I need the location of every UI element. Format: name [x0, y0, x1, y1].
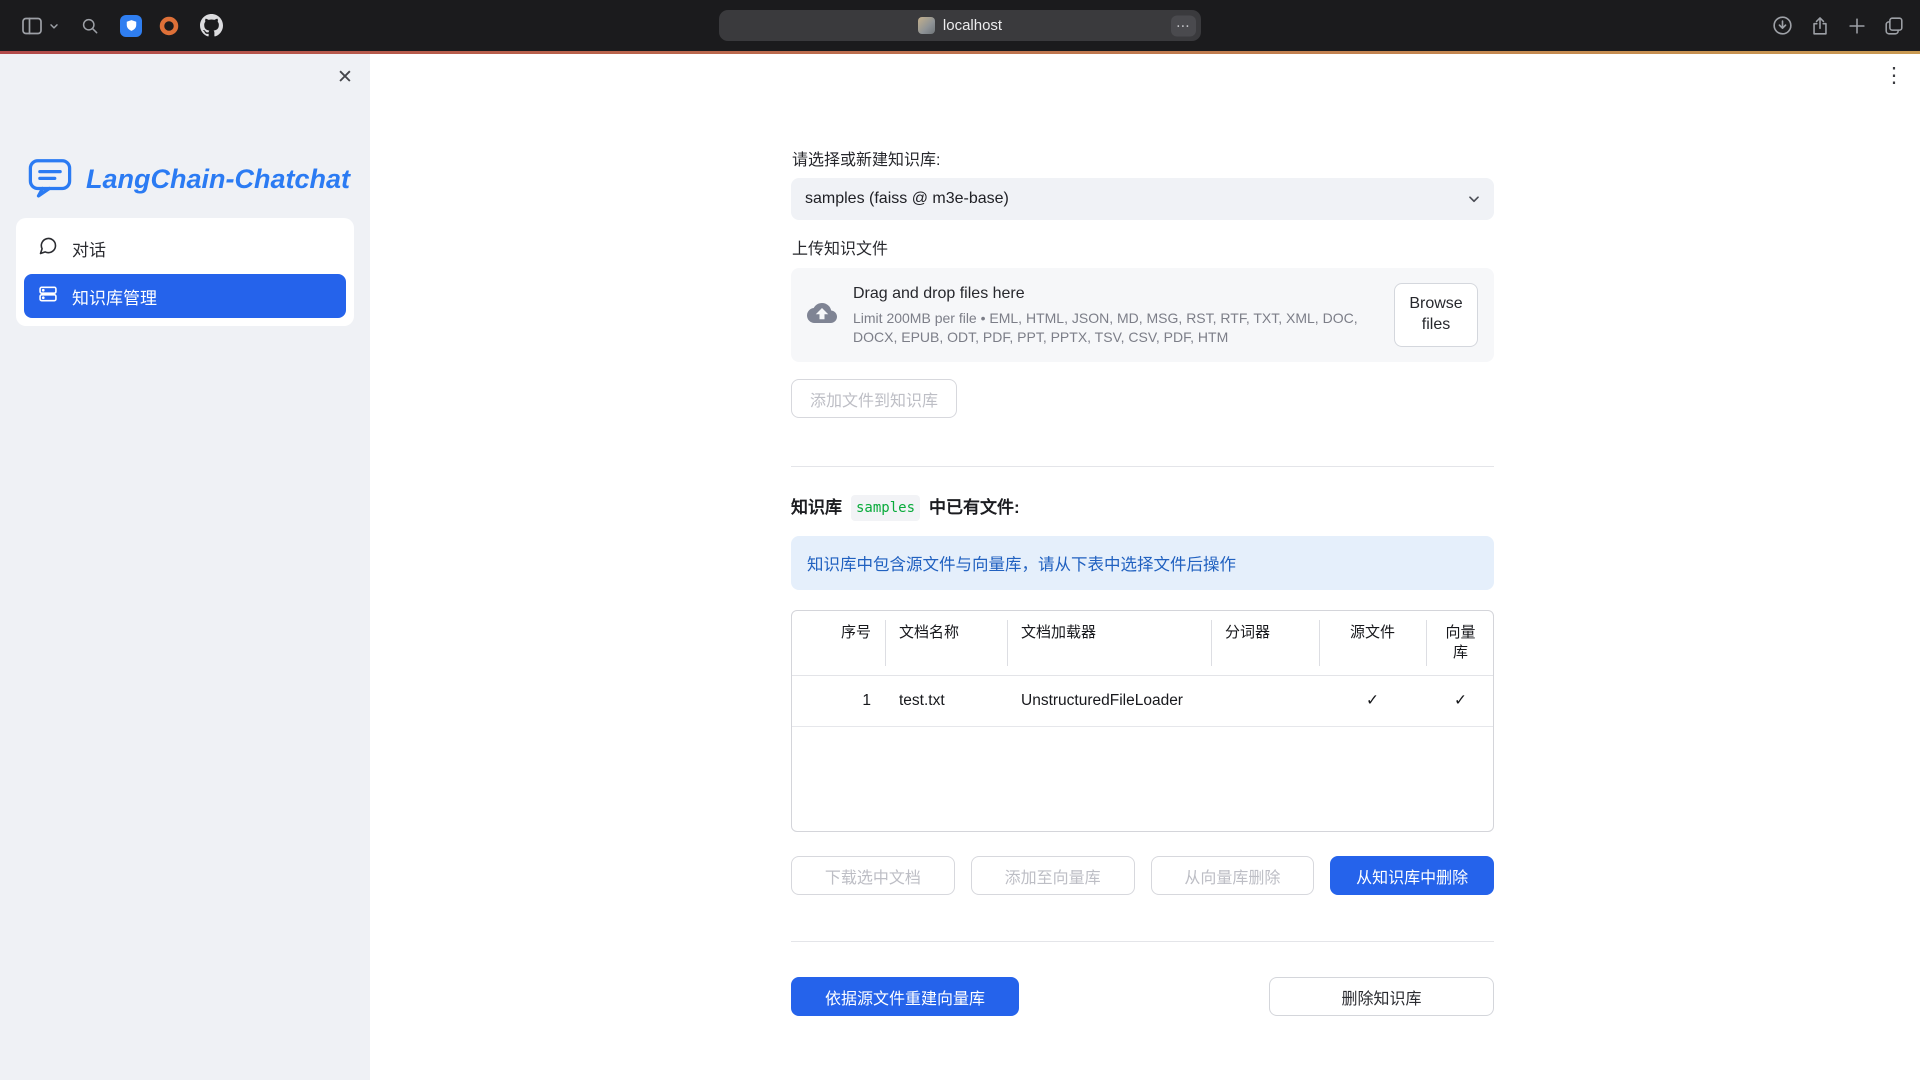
app-logo: LangChain-Chatchat [27, 154, 350, 205]
uploader-drag-text: Drag and drop files here [853, 284, 1368, 303]
chevron-down-icon[interactable] [48, 20, 60, 32]
table-header-source: 源文件 [1319, 611, 1426, 675]
table-header-row: 序号 文档名称 文档加载器 分词器 源文件 向量库 [792, 611, 1493, 676]
kb-select-label: 请选择或新建知识库: [792, 151, 1494, 170]
select-chevron-down-icon [1465, 190, 1483, 208]
address-url: localhost [943, 17, 1002, 34]
knowledge-base-icon [38, 284, 58, 309]
search-icon[interactable] [80, 16, 100, 36]
cell-source-check-icon: ✓ [1319, 676, 1426, 726]
table-header-index: 序号 [792, 611, 885, 675]
sidebar: ✕ LangChain-Chatchat 对话 [0, 54, 370, 1080]
kb-name-code: samples [851, 495, 920, 521]
toolbar-right-group [1771, 14, 1920, 37]
sidebar-item-dialogue[interactable]: 对话 [24, 226, 346, 270]
file-uploader-dropzone[interactable]: Drag and drop files here Limit 200MB per… [791, 268, 1494, 362]
cell-splitter [1211, 676, 1319, 726]
sidebar-menu: 对话 知识库管理 [16, 218, 354, 326]
table-header-vector: 向量库 [1426, 611, 1494, 675]
address-bar[interactable]: localhost ⋯ [719, 10, 1201, 41]
kb-heading-prefix: 知识库 [791, 497, 842, 519]
cell-loader: UnstructuredFileLoader [1007, 676, 1211, 726]
remove-from-vectorstore-button[interactable]: 从向量库删除 [1151, 856, 1315, 895]
sidebar-item-label: 知识库管理 [72, 284, 157, 309]
chat-bubble-icon [38, 236, 58, 261]
info-banner: 知识库中包含源文件与向量库，请从下表中选择文件后操作 [791, 536, 1494, 590]
kb-files-heading: 知识库 samples 中已有文件: [791, 495, 1494, 521]
toolbar-left-group [0, 14, 223, 38]
table-header-splitter: 分词器 [1211, 611, 1319, 675]
kb-bottom-buttons: 依据源文件重建向量库 删除知识库 [791, 977, 1494, 1016]
kb-heading-suffix: 中已有文件: [929, 497, 1020, 519]
kb-selectbox[interactable]: samples (faiss @ m3e-base) [791, 178, 1494, 220]
site-favicon [918, 17, 935, 34]
tab-overview-icon[interactable] [1883, 15, 1905, 37]
divider [791, 466, 1494, 467]
cell-vector-check-icon: ✓ [1426, 676, 1494, 726]
address-more-icon[interactable]: ⋯ [1171, 15, 1196, 36]
uploader-limit-text: Limit 200MB per file • EML, HTML, JSON, … [853, 309, 1368, 347]
download-selected-button[interactable]: 下载选中文档 [791, 856, 955, 895]
content-column: 请选择或新建知识库: samples (faiss @ m3e-base) 上传… [791, 151, 1494, 1016]
downloads-icon[interactable] [1771, 14, 1794, 37]
divider [791, 941, 1494, 942]
browse-files-button[interactable]: Browse files [1394, 283, 1478, 347]
delete-from-kb-button[interactable]: 从知识库中删除 [1330, 856, 1494, 895]
sidebar-item-label: 对话 [72, 236, 106, 261]
upload-label: 上传知识文件 [792, 240, 1494, 259]
main-content: ⋮ 请选择或新建知识库: samples (faiss @ m3e-base) … [370, 54, 1920, 1080]
cell-docname: test.txt [885, 676, 1007, 726]
add-to-vectorstore-button[interactable]: 添加至向量库 [971, 856, 1135, 895]
table-row[interactable]: 1 test.txt UnstructuredFileLoader ✓ ✓ [792, 676, 1493, 727]
app-page: ✕ LangChain-Chatchat 对话 [0, 54, 1920, 1080]
extension-shield-icon[interactable] [120, 15, 142, 37]
table-empty-area [792, 727, 1493, 831]
sidebar-item-knowledge-base[interactable]: 知识库管理 [24, 274, 346, 318]
sidebar-close-icon[interactable]: ✕ [331, 63, 359, 91]
table-header-docname: 文档名称 [885, 611, 1007, 675]
cell-index: 1 [792, 676, 885, 726]
rebuild-vectorstore-button[interactable]: 依据源文件重建向量库 [791, 977, 1019, 1016]
share-icon[interactable] [1809, 15, 1831, 37]
delete-kb-button[interactable]: 删除知识库 [1269, 977, 1494, 1016]
kb-selectbox-value: samples (faiss @ m3e-base) [805, 190, 1009, 208]
cloud-upload-icon [807, 298, 837, 333]
browser-toolbar: localhost ⋯ [0, 0, 1920, 51]
github-icon[interactable] [200, 14, 223, 37]
uploader-text: Drag and drop files here Limit 200MB per… [853, 284, 1368, 347]
sidebar-toggle-icon[interactable] [20, 14, 44, 38]
info-banner-text: 知识库中包含源文件与向量库，请从下表中选择文件后操作 [807, 551, 1236, 575]
table-header-loader: 文档加载器 [1007, 611, 1211, 675]
new-tab-icon[interactable] [1846, 15, 1868, 37]
file-action-buttons: 下载选中文档 添加至向量库 从向量库删除 从知识库中删除 [791, 856, 1494, 895]
add-files-button[interactable]: 添加文件到知识库 [791, 379, 957, 418]
extension-ring-icon[interactable] [158, 15, 180, 37]
main-menu-kebab-icon[interactable]: ⋮ [1880, 62, 1908, 90]
kb-files-table: 序号 文档名称 文档加载器 分词器 源文件 向量库 1 test.txt Uns… [791, 610, 1494, 832]
logo-text: LangChain-Chatchat [86, 164, 350, 195]
logo-chat-icon [27, 154, 73, 205]
screen: localhost ⋯ ✕ [0, 0, 1920, 1080]
